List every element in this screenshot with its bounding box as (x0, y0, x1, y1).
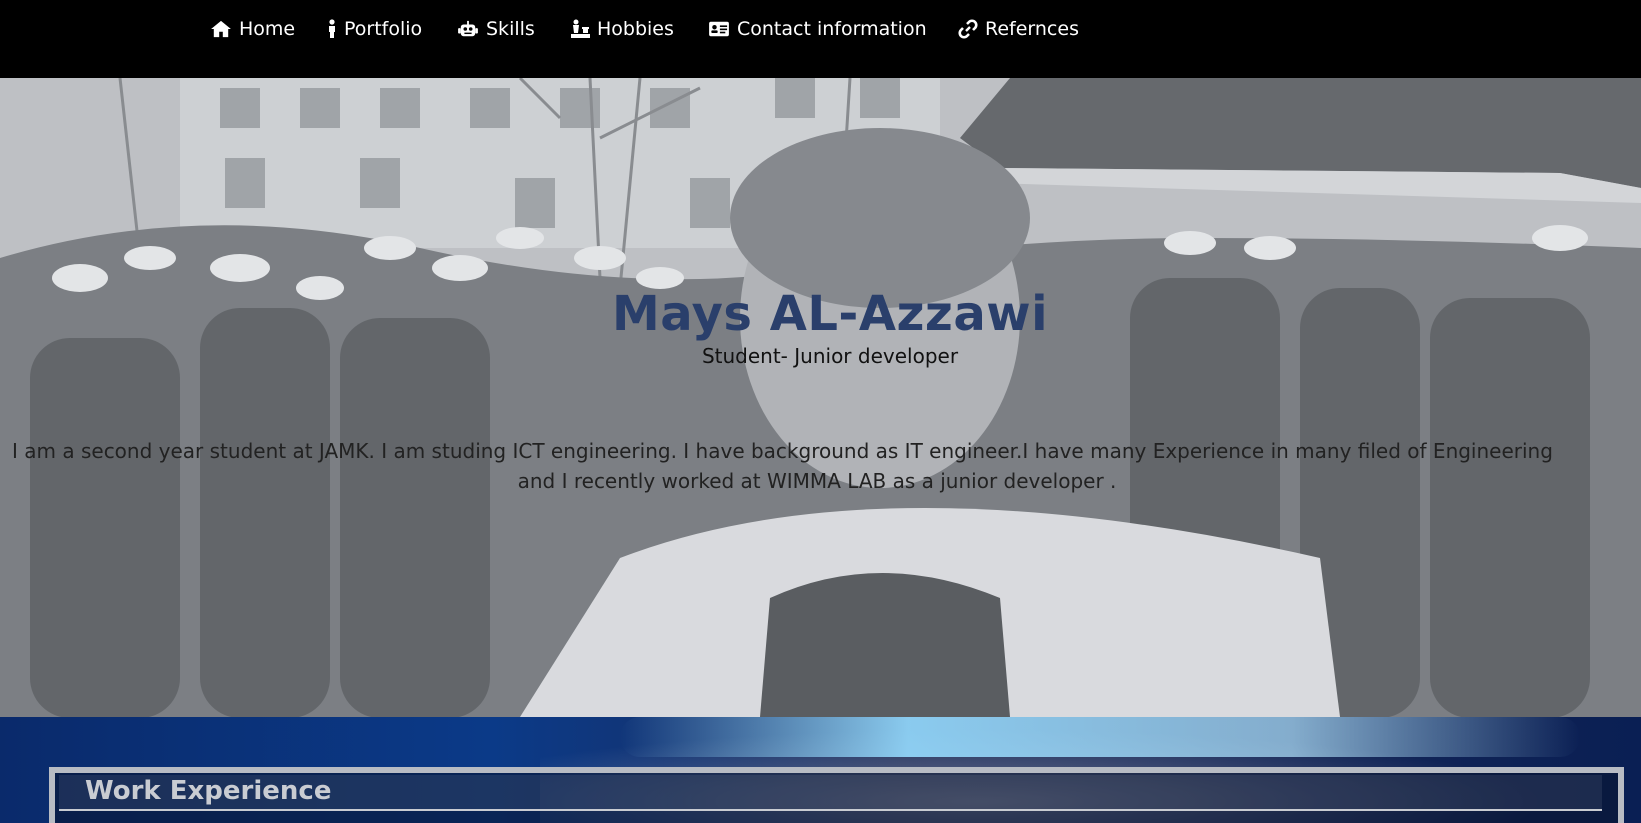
nav-item-skills[interactable]: Skills (457, 16, 535, 42)
chess-icon (571, 19, 590, 38)
nav-item-hobbies[interactable]: Hobbies (570, 16, 674, 42)
id-card-icon (709, 21, 729, 37)
top-navbar: Home Portfolio Skills Hobbies Contact in… (0, 0, 1641, 78)
person-icon (329, 19, 335, 38)
nav-item-references[interactable]: Refernces (958, 16, 1079, 42)
robot-icon (458, 20, 478, 37)
hero-bio-line-2: and I recently worked at WIMMA LAB as a … (517, 469, 1117, 493)
nav-label-portfolio: Portfolio (344, 18, 423, 40)
page: Home Portfolio Skills Hobbies Contact in… (0, 0, 1641, 823)
nav-label-references: Refernces (985, 18, 1079, 40)
hero-bio: I am a second year student at JAMK. I am… (12, 436, 1641, 496)
nav-label-contact: Contact information (737, 18, 927, 40)
nav-label-home: Home (239, 18, 296, 40)
nav-item-home[interactable]: Home (210, 16, 295, 42)
hero-bio-line-1: I am a second year student at JAMK. I am… (12, 439, 1553, 463)
home-icon (211, 20, 231, 38)
nav-item-portfolio[interactable]: Portfolio (327, 16, 422, 42)
nav-label-skills: Skills (486, 18, 535, 40)
work-experience-title: Work Experience (85, 776, 332, 806)
hero-role: Student- Junior developer (701, 344, 959, 368)
link-icon (958, 19, 978, 39)
nav-label-hobbies: Hobbies (597, 18, 674, 40)
hero-section: Mays AL-Azzawi Student- Junior developer… (0, 78, 1641, 717)
nav-item-contact[interactable]: Contact information (708, 16, 927, 42)
hero-name: Mays AL-Azzawi (611, 286, 1049, 342)
hero-overlay (0, 78, 1641, 717)
tablet-glow (620, 717, 1580, 757)
